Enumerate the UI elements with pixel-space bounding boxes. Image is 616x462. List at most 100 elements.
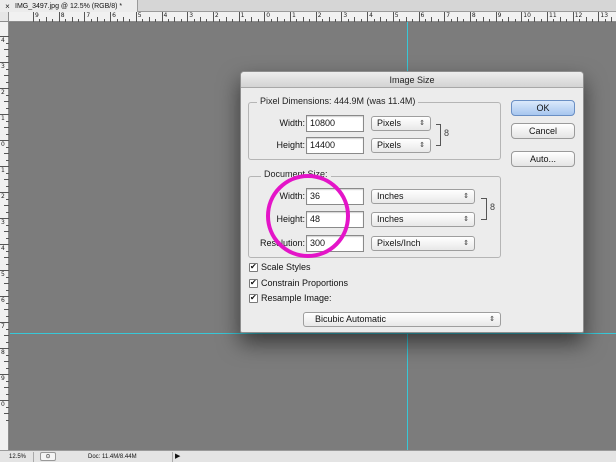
ruler-minor-tick [540, 19, 542, 22]
ruler-number: 4 [369, 12, 373, 19]
ruler-minor-tick [245, 19, 247, 22]
ruler-minor-tick [4, 413, 9, 414]
ruler-number: 4 [1, 245, 5, 252]
ruler-major-tick [392, 12, 394, 22]
ruler-minor-tick [103, 19, 105, 22]
link-icon: 8 [490, 202, 496, 212]
pixel-width-field[interactable]: 10800 [306, 115, 364, 132]
ruler-major-tick [135, 12, 137, 22]
auto-button[interactable]: Auto... [511, 151, 575, 167]
stepper-icon: ⇕ [463, 193, 469, 200]
doc-width-unit-select[interactable]: Inches ⇕ [371, 189, 475, 204]
ruler-minor-tick [373, 19, 375, 22]
ruler-number: 2 [214, 12, 219, 19]
ruler-number: 2 [1, 89, 5, 96]
ruler-major-tick [444, 12, 446, 22]
ruler-minor-tick [6, 250, 9, 252]
ruler-number: 0 [266, 12, 271, 19]
resolution-unit-select[interactable]: Pixels/Inch ⇕ [371, 236, 475, 251]
ruler-minor-tick [45, 17, 47, 22]
ruler-number: 6 [420, 12, 425, 19]
proof-button[interactable]: ⊙ [40, 452, 56, 461]
ruler-minor-tick [167, 19, 169, 22]
ruler-number: 8 [60, 12, 65, 19]
ruler-number: 3 [1, 63, 5, 70]
ok-button[interactable]: OK [511, 100, 575, 116]
ruler-minor-tick [116, 19, 118, 22]
ruler-number: 13 [600, 12, 609, 19]
cancel-button[interactable]: Cancel [511, 123, 575, 139]
ruler-minor-tick [508, 17, 510, 22]
resolution-unit-value: Pixels/Inch [377, 238, 421, 248]
ruler-minor-tick [534, 17, 536, 22]
ruler-number: 3 [1, 219, 5, 226]
ruler-number: 9 [35, 12, 39, 19]
ruler-major-tick [367, 12, 369, 22]
doc-height-unit-select[interactable]: Inches ⇕ [371, 212, 475, 227]
ruler-minor-tick [6, 315, 9, 317]
ruler-number: 7 [446, 12, 451, 19]
ruler-minor-tick [77, 19, 79, 22]
ruler-number: 3 [343, 12, 348, 19]
ruler-minor-tick [296, 19, 298, 22]
ruler-minor-tick [457, 17, 459, 22]
checkmark-icon [249, 278, 258, 288]
ruler-minor-tick [553, 19, 555, 22]
ruler-major-tick [58, 12, 60, 22]
horizontal-ruler[interactable]: 9 8 7 6 5 4 3 2 1 0 1 2 3 4 5 6 7 8 9 10 11 12 13 [9, 12, 616, 22]
ruler-number: 12 [574, 12, 583, 19]
pixel-width-unit-select[interactable]: Pixels ⇕ [371, 116, 431, 131]
ruler-minor-tick [431, 17, 433, 22]
ruler-minor-tick [6, 289, 9, 291]
ruler-minor-tick [591, 19, 593, 22]
ruler-minor-tick [4, 205, 9, 206]
pixel-height-field[interactable]: 14400 [306, 137, 364, 154]
ruler-number: 1 [240, 12, 245, 19]
ruler-minor-tick [6, 211, 9, 213]
vertical-ruler[interactable]: 4 3 2 1 0 1 2 3 4 5 6 7 8 9 0 [0, 22, 9, 450]
ruler-minor-tick [309, 19, 311, 22]
ruler-minor-tick [334, 19, 336, 22]
ruler-major-tick [315, 12, 317, 22]
ruler-minor-tick [4, 361, 9, 362]
ruler-number: 2 [1, 193, 5, 200]
horizontal-guide[interactable] [10, 333, 616, 334]
ruler-number: 5 [137, 12, 142, 19]
ruler-origin[interactable] [0, 12, 9, 22]
ruler-number: 1 [1, 167, 5, 174]
scale-styles-label: Scale Styles [261, 262, 311, 272]
zoom-level[interactable]: 12.5% [0, 452, 34, 462]
ruler-major-tick [418, 12, 420, 22]
ruler-number: 4 [163, 12, 168, 19]
pixel-width-unit-value: Pixels [377, 118, 402, 128]
resample-method-select[interactable]: Bicubic Automatic ⇕ [303, 312, 501, 327]
ruler-minor-tick [611, 17, 613, 22]
ruler-major-tick [572, 12, 574, 22]
resample-image-checkbox[interactable]: Resample Image: [249, 293, 332, 303]
ruler-minor-tick [6, 146, 9, 148]
ruler-major-tick [238, 12, 240, 22]
ruler-number: 7 [86, 12, 91, 19]
constrain-proportions-checkbox[interactable]: Constrain Proportions [249, 278, 348, 288]
ruler-minor-tick [232, 19, 234, 22]
ruler-minor-tick [437, 19, 439, 22]
ruler-number: 11 [549, 12, 557, 19]
ruler-minor-tick [354, 17, 356, 22]
ruler-minor-tick [347, 19, 349, 22]
ruler-minor-tick [322, 19, 324, 22]
status-menu-arrow-icon[interactable]: ▶ [172, 452, 182, 462]
close-icon[interactable]: × [3, 2, 12, 11]
scale-styles-checkbox[interactable]: Scale Styles [249, 262, 311, 272]
ruler-number: 8 [471, 12, 476, 19]
ruler-major-tick [110, 12, 112, 22]
pixel-height-unit-select[interactable]: Pixels ⇕ [371, 138, 431, 153]
ruler-number: 6 [112, 12, 116, 19]
ruler-minor-tick [180, 19, 182, 22]
ruler-minor-tick [6, 224, 9, 226]
pixel-height-unit-value: Pixels [377, 140, 402, 150]
ruler-minor-tick [6, 55, 9, 57]
ruler-minor-tick [386, 19, 388, 22]
ruler-minor-tick [6, 367, 9, 369]
ruler-minor-tick [4, 283, 9, 284]
document-tab[interactable]: × IMG_3497.jpg @ 12.5% (RGB/8) * [0, 0, 138, 12]
